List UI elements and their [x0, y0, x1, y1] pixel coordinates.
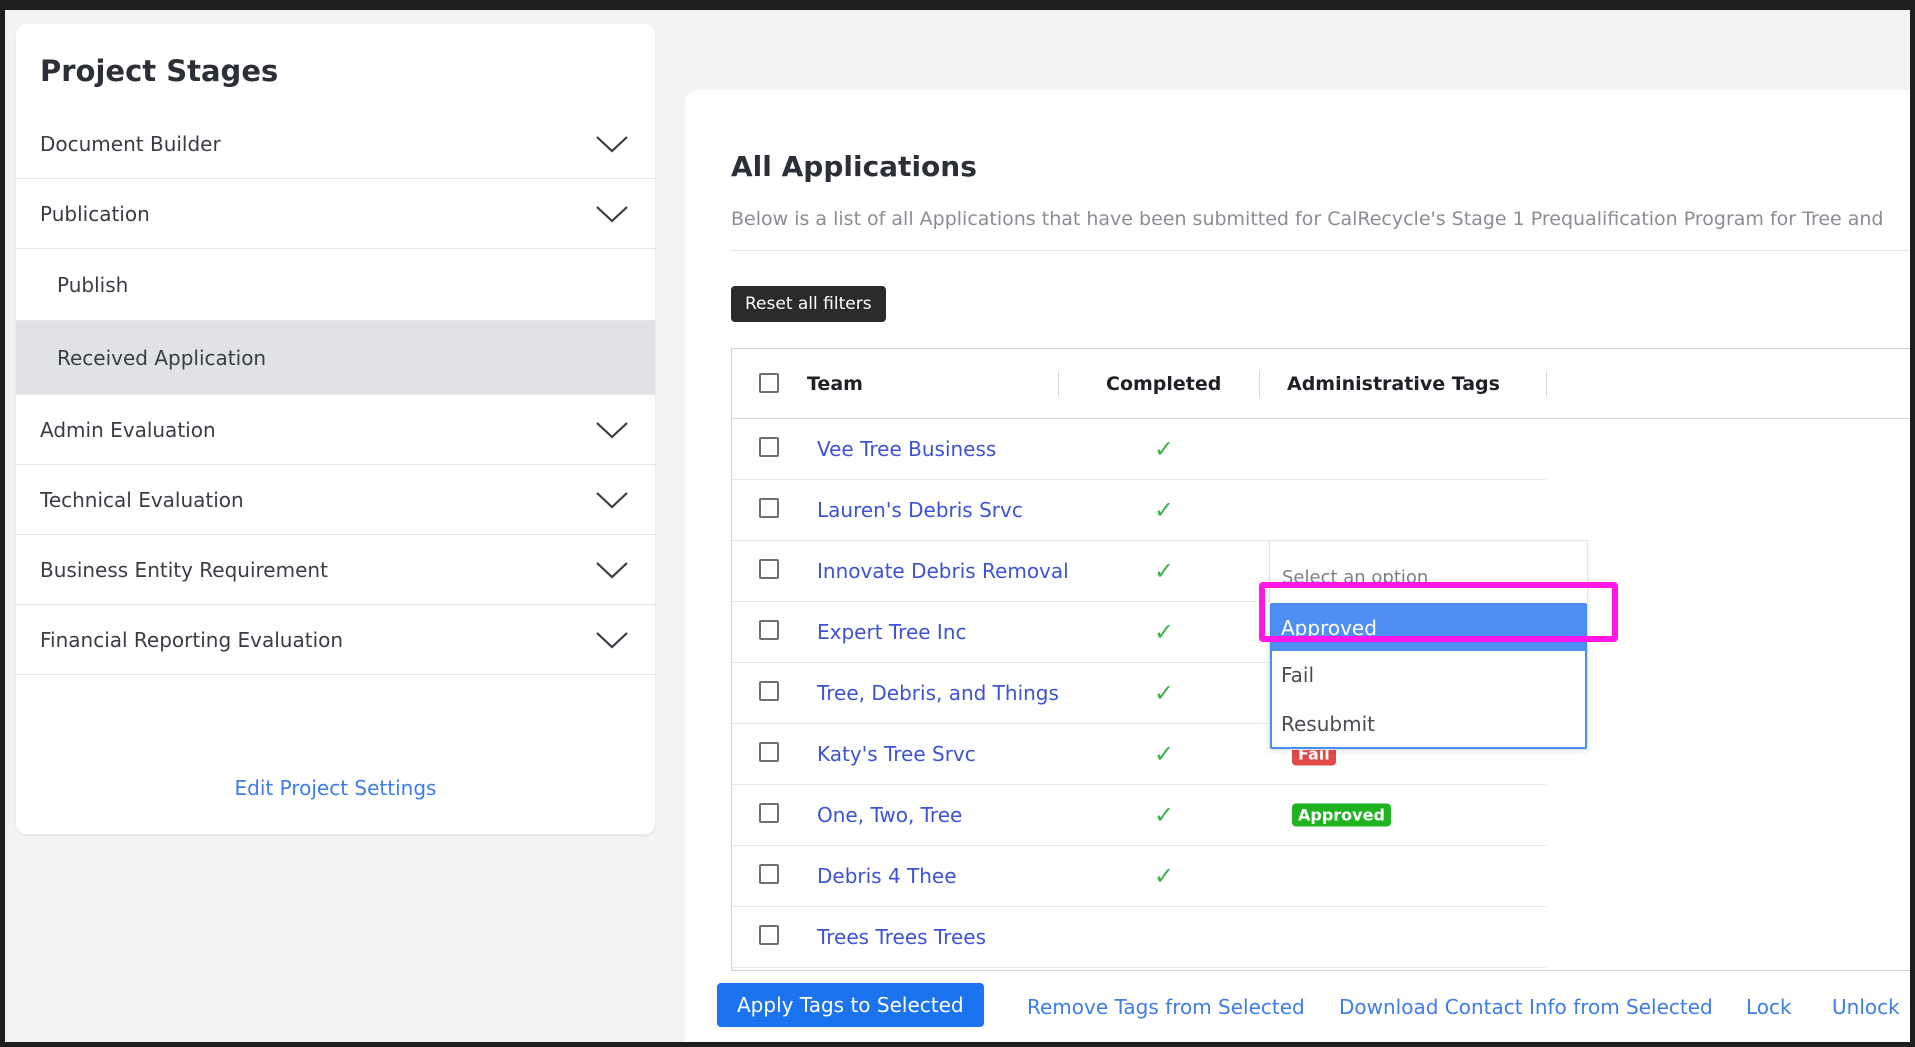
download-contact-info-link[interactable]: Download Contact Info from Selected [1339, 995, 1713, 1019]
check-icon: ✓ [1154, 862, 1175, 890]
table-header: Team Completed Administrative Tags [732, 349, 1910, 419]
stage-label: Technical Evaluation [40, 487, 244, 512]
chevron-down-icon [596, 561, 628, 579]
app-frame: Project Stages Document Builder Publicat… [5, 10, 1910, 1042]
team-link[interactable]: Innovate Debris Removal [817, 559, 1069, 583]
chevron-down-icon [596, 491, 628, 509]
tag-select-dropdown[interactable]: Select an option Approved Fail Resubmit [1269, 540, 1588, 750]
row-checkbox[interactable] [759, 742, 779, 762]
row-checkbox[interactable] [759, 437, 779, 457]
column-header-administrative-tags[interactable]: Administrative Tags [1287, 373, 1500, 395]
column-separator [1546, 371, 1547, 397]
team-link[interactable]: Expert Tree Inc [817, 620, 967, 644]
apply-tags-button[interactable]: Apply Tags to Selected [717, 983, 984, 1027]
row-checkbox[interactable] [759, 803, 779, 823]
check-icon: ✓ [1154, 801, 1175, 829]
row-checkbox[interactable] [759, 864, 779, 884]
table-row: Lauren's Debris Srvc ✓ [732, 480, 1546, 541]
stage-label: Admin Evaluation [40, 417, 216, 442]
dropdown-options-list: Approved Fail Resubmit [1270, 603, 1587, 749]
stage-label: Financial Reporting Evaluation [40, 627, 344, 652]
option-resubmit[interactable]: Resubmit [1272, 701, 1585, 747]
check-icon: ✓ [1154, 435, 1175, 463]
option-approved[interactable]: Approved [1272, 605, 1585, 651]
option-fail[interactable]: Fail [1272, 652, 1585, 698]
panel-title: Project Stages [40, 54, 279, 88]
chevron-down-icon [596, 205, 628, 223]
chevron-down-icon [596, 631, 628, 649]
team-link[interactable]: Vee Tree Business [817, 437, 996, 461]
column-separator [1259, 371, 1260, 397]
approved-tag: Approved [1292, 803, 1391, 827]
team-link[interactable]: Debris 4 Thee [817, 864, 957, 888]
project-stages-panel: Project Stages Document Builder Publicat… [16, 24, 655, 834]
column-header-team[interactable]: Team [807, 373, 863, 395]
row-checkbox[interactable] [759, 498, 779, 518]
stage-publish[interactable]: Publish [16, 249, 655, 321]
check-icon: ✓ [1154, 496, 1175, 524]
stage-technical-evaluation[interactable]: Technical Evaluation [16, 465, 655, 535]
stage-label: Received Application [57, 345, 267, 370]
table-row: One, Two, Tree ✓ Approved [732, 785, 1546, 846]
row-checkbox[interactable] [759, 681, 779, 701]
divider [731, 250, 1910, 251]
stage-label: Document Builder [40, 131, 221, 156]
select-placeholder: Select an option [1282, 567, 1429, 588]
check-icon: ✓ [1154, 618, 1175, 646]
column-header-completed[interactable]: Completed [1106, 373, 1221, 395]
table-row: Debris 4 Thee ✓ [732, 846, 1546, 907]
stage-label: Business Entity Requirement [40, 557, 328, 582]
stage-received-application[interactable]: Received Application [16, 321, 655, 395]
unlock-link[interactable]: Unlock [1832, 995, 1900, 1019]
stage-label: Publish [57, 272, 129, 297]
page-description: Below is a list of all Applications that… [731, 208, 1884, 230]
check-icon: ✓ [1154, 679, 1175, 707]
row-checkbox[interactable] [759, 620, 779, 640]
team-link[interactable]: Katy's Tree Srvc [817, 742, 976, 766]
team-link[interactable]: Trees Trees Trees [817, 925, 986, 949]
select-all-checkbox[interactable] [759, 373, 779, 393]
row-checkbox[interactable] [759, 925, 779, 945]
team-link[interactable]: Lauren's Debris Srvc [817, 498, 1023, 522]
stage-document-builder[interactable]: Document Builder [16, 109, 655, 179]
column-separator [1058, 371, 1059, 397]
page-title: All Applications [731, 150, 977, 183]
chevron-down-icon [596, 135, 628, 153]
remove-tags-link[interactable]: Remove Tags from Selected [1027, 995, 1305, 1019]
team-link[interactable]: Tree, Debris, and Things [817, 681, 1059, 705]
stage-publication[interactable]: Publication [16, 179, 655, 249]
stage-financial-reporting-evaluation[interactable]: Financial Reporting Evaluation [16, 605, 655, 675]
team-link[interactable]: One, Two, Tree [817, 803, 962, 827]
edit-project-settings-link[interactable]: Edit Project Settings [16, 776, 655, 800]
row-checkbox[interactable] [759, 559, 779, 579]
chevron-down-icon [596, 421, 628, 439]
stage-label: Publication [40, 201, 150, 226]
stage-business-entity-requirement[interactable]: Business Entity Requirement [16, 535, 655, 605]
check-icon: ✓ [1154, 557, 1175, 585]
stage-admin-evaluation[interactable]: Admin Evaluation [16, 395, 655, 465]
table-row: Trees Trees Trees [732, 907, 1546, 968]
lock-link[interactable]: Lock [1746, 995, 1792, 1019]
check-icon: ✓ [1154, 740, 1175, 768]
reset-filters-button[interactable]: Reset all filters [731, 286, 886, 322]
table-row: Vee Tree Business ✓ [732, 419, 1546, 480]
